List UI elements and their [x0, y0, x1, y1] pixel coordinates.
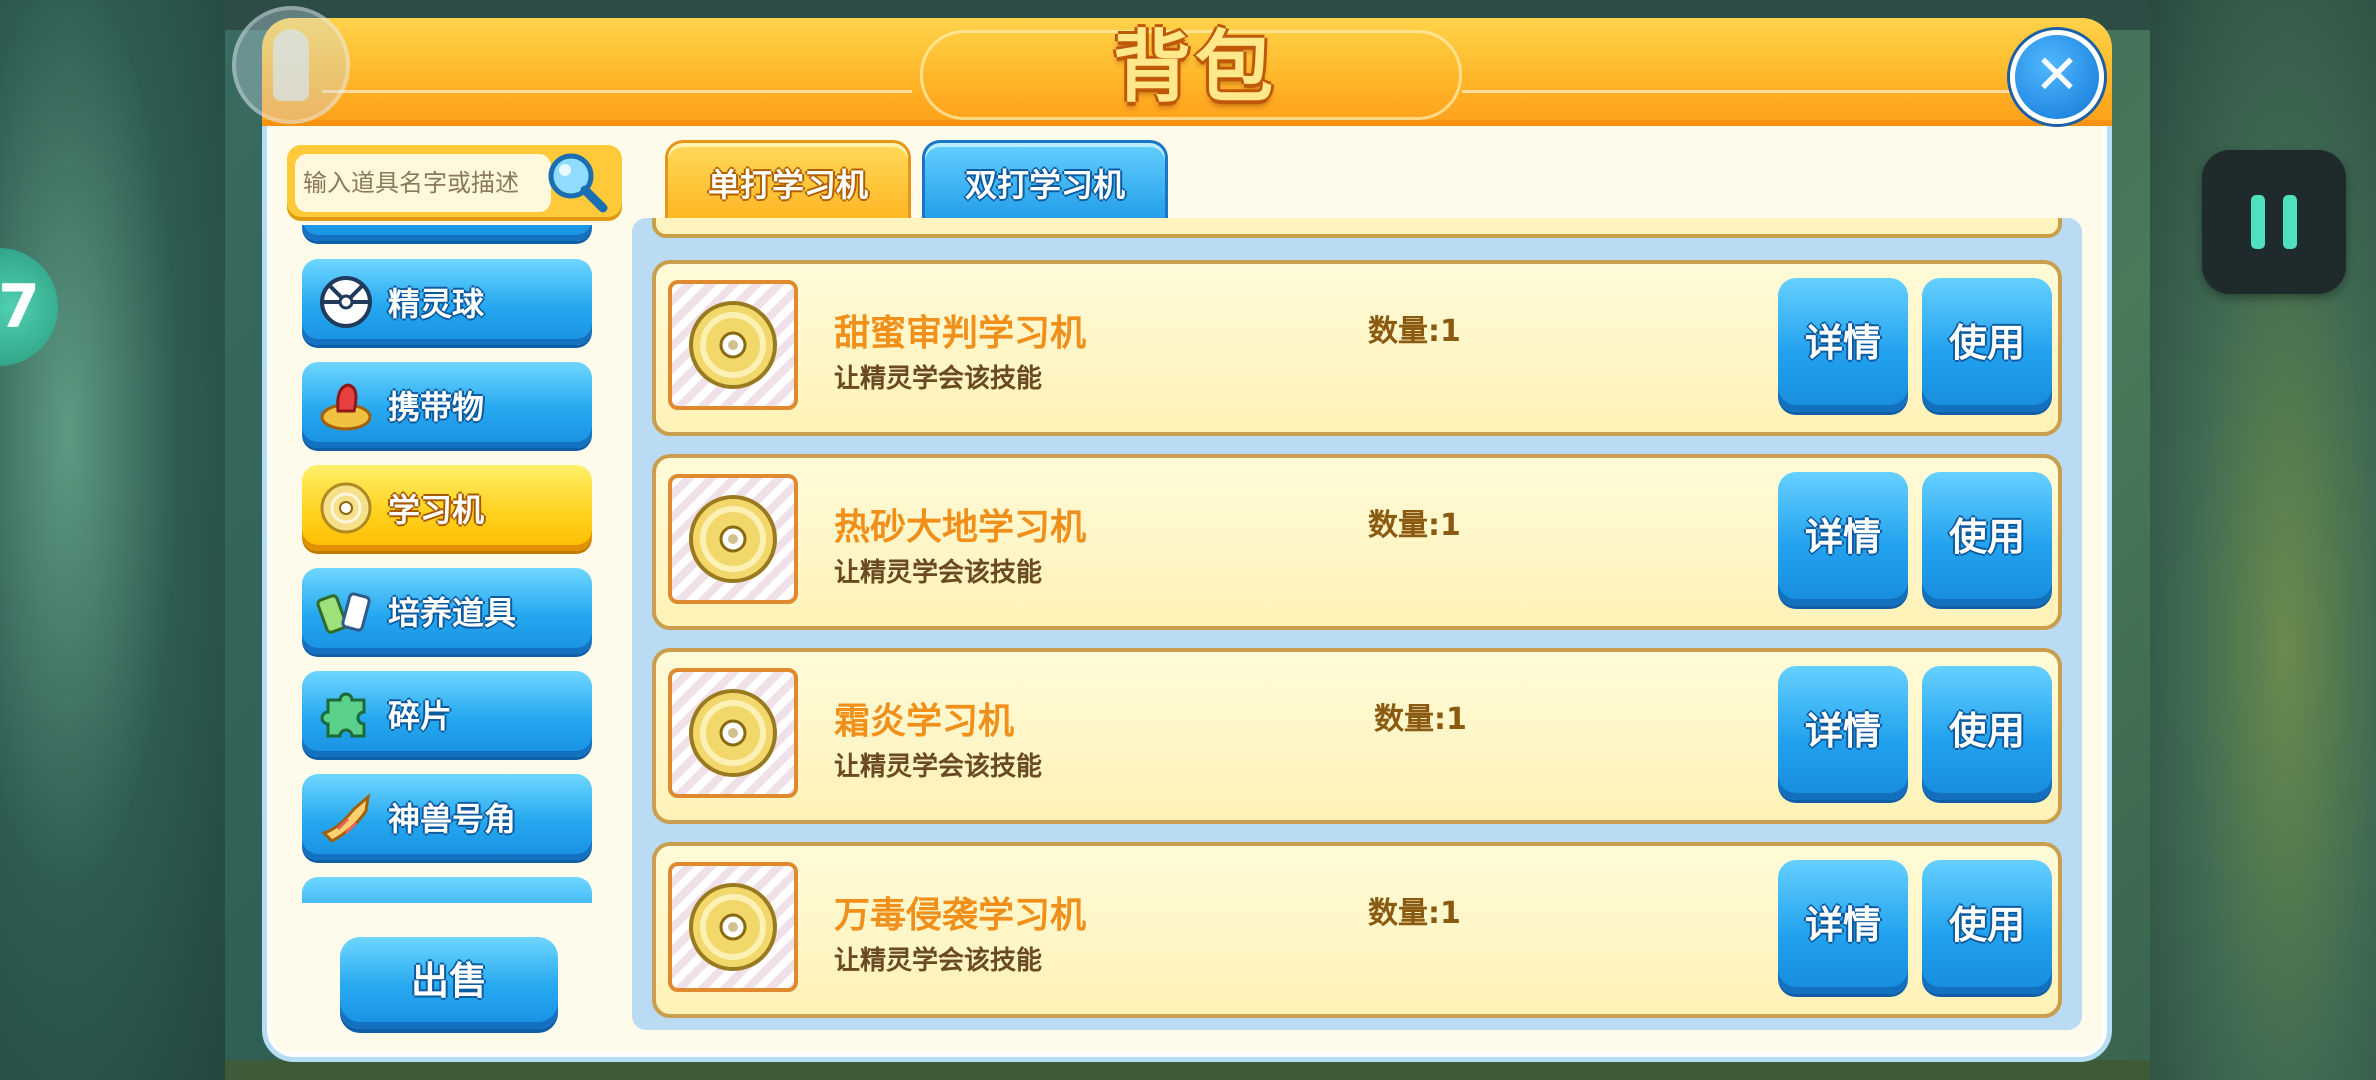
item-description: 让精灵学会该技能 — [834, 364, 1043, 394]
sell-button[interactable]: 出售 — [340, 937, 558, 1029]
item-list[interactable]: 甜蜜审判学习机 让精灵学会该技能 数量:1 详情 使用 热砂大地学习机 让精灵学… — [632, 218, 2082, 1030]
training-item-icon — [316, 581, 376, 641]
horn-icon — [316, 787, 376, 847]
use-button[interactable]: 使用 — [1922, 472, 2052, 606]
item-name: 万毒侵袭学习机 — [834, 895, 1087, 936]
list-item: 万毒侵袭学习机 让精灵学会该技能 数量:1 详情 使用 — [652, 842, 2062, 1018]
list-item: 甜蜜审判学习机 让精灵学会该技能 数量:1 详情 使用 — [652, 260, 2062, 436]
disc-icon — [668, 668, 798, 798]
close-icon: ✕ — [2034, 43, 2080, 106]
puzzle-piece-icon — [316, 684, 376, 744]
sidebar-item-cutoff[interactable] — [302, 877, 592, 903]
use-button[interactable]: 使用 — [1922, 860, 2052, 994]
game-background-bottom — [225, 1060, 2150, 1080]
detail-button[interactable]: 详情 — [1778, 860, 1908, 994]
item-quantity: 数量:1 — [1368, 508, 1461, 543]
rocket-avatar-icon[interactable] — [232, 6, 350, 124]
sidebar-item-held-item[interactable]: 携带物 — [302, 362, 592, 448]
pokeball-icon — [316, 272, 376, 332]
use-button[interactable]: 使用 — [1922, 666, 2052, 800]
cutoff-item-icon — [316, 890, 376, 903]
sidebar-item-fragments[interactable]: 碎片 — [302, 671, 592, 757]
list-item: 霜炎学习机 让精灵学会该技能 数量:1 详情 使用 — [652, 648, 2062, 824]
search-icon[interactable] — [545, 150, 609, 214]
held-item-icon — [316, 375, 376, 435]
use-button[interactable]: 使用 — [1922, 278, 2052, 412]
disc-icon — [668, 862, 798, 992]
detail-button[interactable]: 详情 — [1778, 472, 1908, 606]
pause-icon — [2251, 195, 2265, 249]
disc-icon — [668, 280, 798, 410]
item-name: 甜蜜审判学习机 — [834, 313, 1087, 354]
detail-button[interactable]: 详情 — [1778, 666, 1908, 800]
disc-icon — [316, 478, 376, 538]
item-description: 让精灵学会该技能 — [834, 558, 1043, 588]
item-description: 让精灵学会该技能 — [834, 752, 1043, 782]
list-item-partial — [652, 218, 2062, 238]
pause-button[interactable] — [2202, 150, 2346, 294]
tab-double-battle-tm[interactable]: 双打学习机 — [922, 140, 1168, 228]
list-item: 热砂大地学习机 让精灵学会该技能 数量:1 详情 使用 — [652, 454, 2062, 630]
item-name: 热砂大地学习机 — [834, 507, 1087, 548]
category-sidebar: 精灵球 携带物 学习机 培养道具 碎片 神兽号角 — [300, 225, 600, 903]
search-input[interactable] — [295, 154, 551, 212]
game-background-left — [0, 0, 225, 1080]
sidebar-item-tm[interactable]: 学习机 — [302, 465, 592, 551]
item-description: 让精灵学会该技能 — [834, 946, 1043, 976]
sidebar-item-pokeball[interactable]: 精灵球 — [302, 259, 592, 345]
tab-single-battle-tm[interactable]: 单打学习机 — [665, 140, 911, 228]
hidden-item-icon — [316, 225, 376, 228]
sidebar-item-horn[interactable]: 神兽号角 — [302, 774, 592, 860]
sidebar-item-training[interactable]: 培养道具 — [302, 568, 592, 654]
detail-button[interactable]: 详情 — [1778, 278, 1908, 412]
item-quantity: 数量:1 — [1368, 314, 1461, 349]
sidebar-item-hidden[interactable] — [302, 225, 592, 241]
item-quantity: 数量:1 — [1368, 896, 1461, 931]
item-name: 霜炎学习机 — [834, 701, 1015, 742]
page-title: 背包 — [1112, 23, 1277, 113]
close-button[interactable]: ✕ — [2010, 30, 2104, 124]
item-quantity: 数量:1 — [1374, 702, 1467, 737]
disc-icon — [668, 474, 798, 604]
